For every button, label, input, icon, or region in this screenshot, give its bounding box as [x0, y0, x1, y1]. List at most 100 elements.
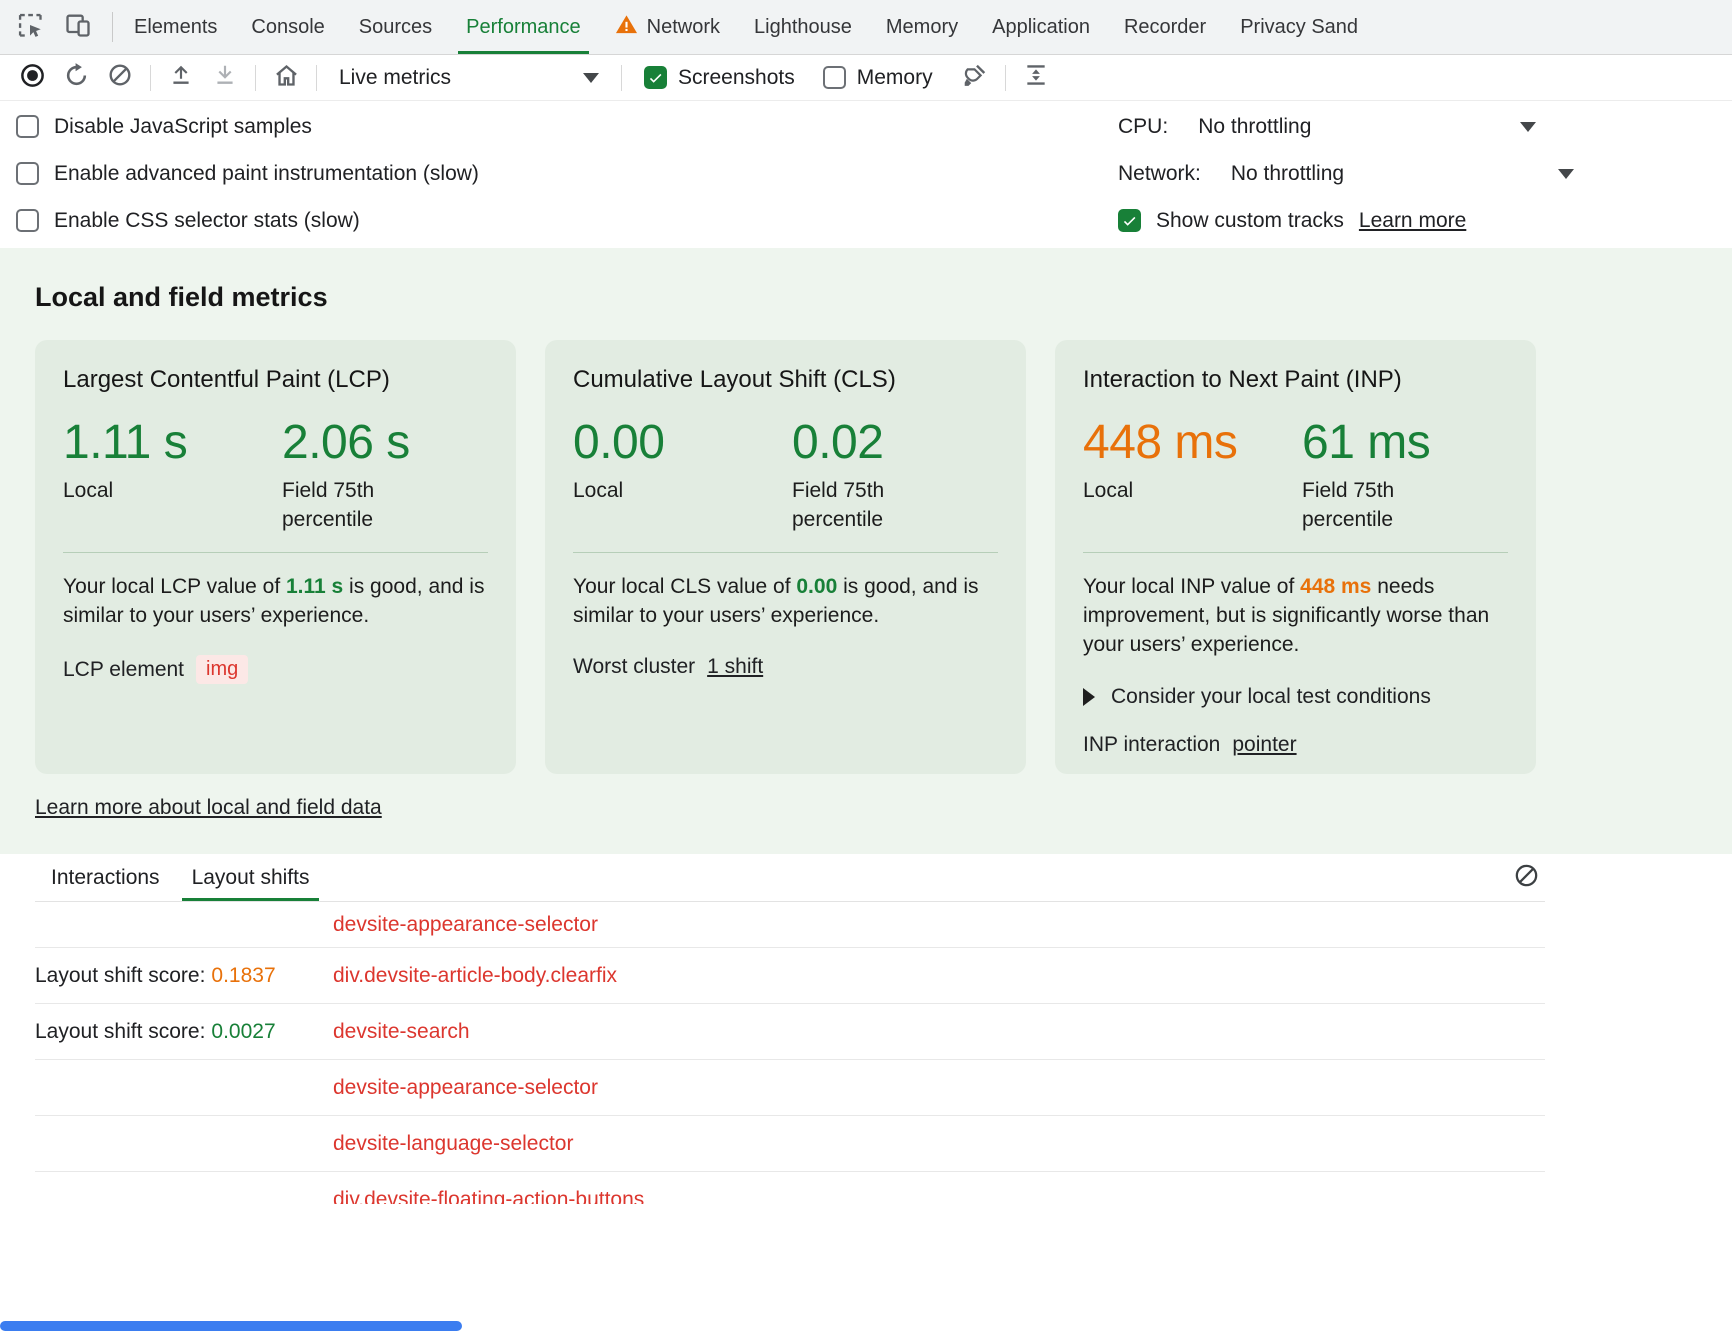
horizontal-scrollbar-thumb[interactable] [0, 1321, 462, 1331]
cls-card: Cumulative Layout Shift (CLS) 0.00 Local… [545, 340, 1026, 774]
home-button[interactable] [264, 59, 308, 97]
lcp-title: Largest Contentful Paint (LCP) [63, 366, 488, 394]
record-button[interactable] [10, 59, 54, 97]
checkbox-checked-icon [644, 66, 667, 89]
clear-button[interactable] [98, 59, 142, 97]
home-icon [273, 62, 300, 94]
inp-local-value: 448 ms [1083, 418, 1302, 468]
tab-network[interactable]: Network [598, 0, 737, 54]
layout-shift-row[interactable]: devsite-appearance-selector [35, 1060, 1545, 1116]
block-icon [1513, 862, 1540, 894]
separator [316, 65, 317, 91]
live-metrics-log: Interactions Layout shifts devsite-appea… [0, 854, 1732, 1204]
divider [63, 552, 488, 553]
layout-shift-score: Layout shift score:0.0027 [35, 1020, 333, 1044]
throttling-settings: CPU: No throttling Network: No throttlin… [1118, 103, 1732, 244]
expand-collapse-button[interactable] [1014, 59, 1058, 97]
learn-more-link[interactable]: Learn more [1359, 209, 1466, 233]
inp-title: Interaction to Next Paint (INP) [1083, 366, 1508, 394]
reload-icon [63, 62, 90, 94]
element-link[interactable]: div.devsite-article-body.clearfix [333, 964, 617, 987]
upload-icon [168, 62, 194, 93]
checkbox-unchecked-icon [16, 209, 39, 232]
expand-arrow-icon [1083, 688, 1095, 706]
log-tabs: Interactions Layout shifts [35, 854, 1545, 902]
layout-shift-row[interactable]: Layout shift score:0.0027 devsite-search [35, 1004, 1545, 1060]
tab-recorder[interactable]: Recorder [1107, 0, 1223, 54]
element-link[interactable]: devsite-search [333, 1020, 470, 1043]
inspect-element-button[interactable] [6, 6, 54, 48]
live-metrics-select[interactable]: Live metrics [325, 66, 613, 90]
field-label: Field 75th percentile [1302, 477, 1467, 534]
lcp-element-link[interactable]: img [196, 655, 248, 684]
reload-and-record-button[interactable] [54, 59, 98, 97]
panel-tabs: Elements Console Sources Performance Net… [117, 0, 1375, 54]
metrics-heading: Local and field metrics [35, 282, 1732, 313]
tab-interactions[interactable]: Interactions [35, 854, 176, 901]
chevron-down-icon [583, 73, 599, 83]
tab-layout-shifts[interactable]: Layout shifts [176, 854, 326, 901]
screenshots-checkbox[interactable]: Screenshots [644, 66, 795, 90]
expand-collapse-icon [1023, 62, 1049, 93]
local-test-conditions-expander[interactable]: Consider your local test conditions [1083, 685, 1508, 709]
performance-toolbar: Live metrics Screenshots Memory [0, 55, 1732, 101]
broom-icon [962, 62, 988, 93]
divider [573, 552, 998, 553]
network-label: Network: [1118, 162, 1201, 186]
tab-application[interactable]: Application [975, 0, 1107, 54]
checkbox-checked-icon[interactable] [1118, 209, 1141, 232]
cls-local-value: 0.00 [573, 418, 792, 468]
element-link[interactable]: div.devsite-floating-action-buttons [333, 1188, 644, 1205]
lcp-local-value: 1.11 s [63, 418, 282, 468]
learn-more-local-field-link[interactable]: Learn more about local and field data [35, 796, 382, 820]
separator [150, 65, 151, 91]
local-label: Local [573, 477, 738, 505]
lcp-field-value: 2.06 s [282, 418, 447, 468]
network-throttling-select[interactable]: Network: No throttling [1118, 150, 1732, 197]
layout-shift-row[interactable]: Layout shift score:0.1837 div.devsite-ar… [35, 948, 1545, 1004]
save-profile-button[interactable] [203, 59, 247, 97]
advanced-paint-label: Enable advanced paint instrumentation (s… [54, 162, 479, 186]
worst-cluster-link[interactable]: 1 shift [707, 655, 763, 679]
layout-shift-row[interactable]: devsite-language-selector [35, 1116, 1545, 1172]
element-link[interactable]: devsite-appearance-selector [333, 913, 598, 936]
live-metrics-view: Local and field metrics Largest Contentf… [0, 248, 1732, 854]
cpu-throttling-select[interactable]: CPU: No throttling [1118, 103, 1732, 150]
warning-icon [615, 13, 638, 42]
cls-title: Cumulative Layout Shift (CLS) [573, 366, 998, 394]
lcp-element-label: LCP element [63, 658, 184, 682]
load-profile-button[interactable] [159, 59, 203, 97]
lcp-card: Largest Contentful Paint (LCP) 1.11 s Lo… [35, 340, 516, 774]
devtools-tabbar: Elements Console Sources Performance Net… [0, 0, 1732, 55]
layout-shift-row[interactable]: devsite-appearance-selector [35, 902, 1545, 948]
tab-performance[interactable]: Performance [449, 0, 598, 54]
tab-privacy-sandbox[interactable]: Privacy Sand [1223, 0, 1375, 54]
checkbox-unchecked-icon [16, 115, 39, 138]
tab-elements[interactable]: Elements [117, 0, 234, 54]
local-label: Local [1083, 477, 1248, 505]
memory-checkbox[interactable]: Memory [823, 66, 933, 90]
lcp-description: Your local LCP value of 1.11 s is good, … [63, 573, 488, 631]
separator [255, 65, 256, 91]
tab-sources[interactable]: Sources [342, 0, 449, 54]
toggle-device-toolbar-button[interactable] [54, 6, 102, 48]
local-test-conditions-label: Consider your local test conditions [1111, 685, 1431, 709]
tab-memory[interactable]: Memory [869, 0, 975, 54]
show-custom-tracks-label: Show custom tracks [1156, 209, 1344, 233]
layout-shift-row[interactable]: div.devsite-floating-action-buttons [35, 1172, 1545, 1204]
inp-field-value: 61 ms [1302, 418, 1467, 468]
cpu-label: CPU: [1118, 115, 1168, 139]
collect-garbage-button[interactable] [953, 59, 997, 97]
inp-interaction-link[interactable]: pointer [1232, 733, 1296, 757]
element-link[interactable]: devsite-language-selector [333, 1132, 573, 1155]
separator [112, 12, 113, 42]
worst-cluster-label: Worst cluster [573, 655, 695, 679]
chevron-down-icon [1558, 169, 1574, 179]
element-link[interactable]: devsite-appearance-selector [333, 1076, 598, 1099]
separator [621, 65, 622, 91]
live-metrics-label: Live metrics [339, 66, 451, 90]
tab-console[interactable]: Console [234, 0, 341, 54]
download-icon [212, 62, 238, 93]
tab-lighthouse[interactable]: Lighthouse [737, 0, 869, 54]
clear-log-button[interactable] [1507, 859, 1545, 897]
